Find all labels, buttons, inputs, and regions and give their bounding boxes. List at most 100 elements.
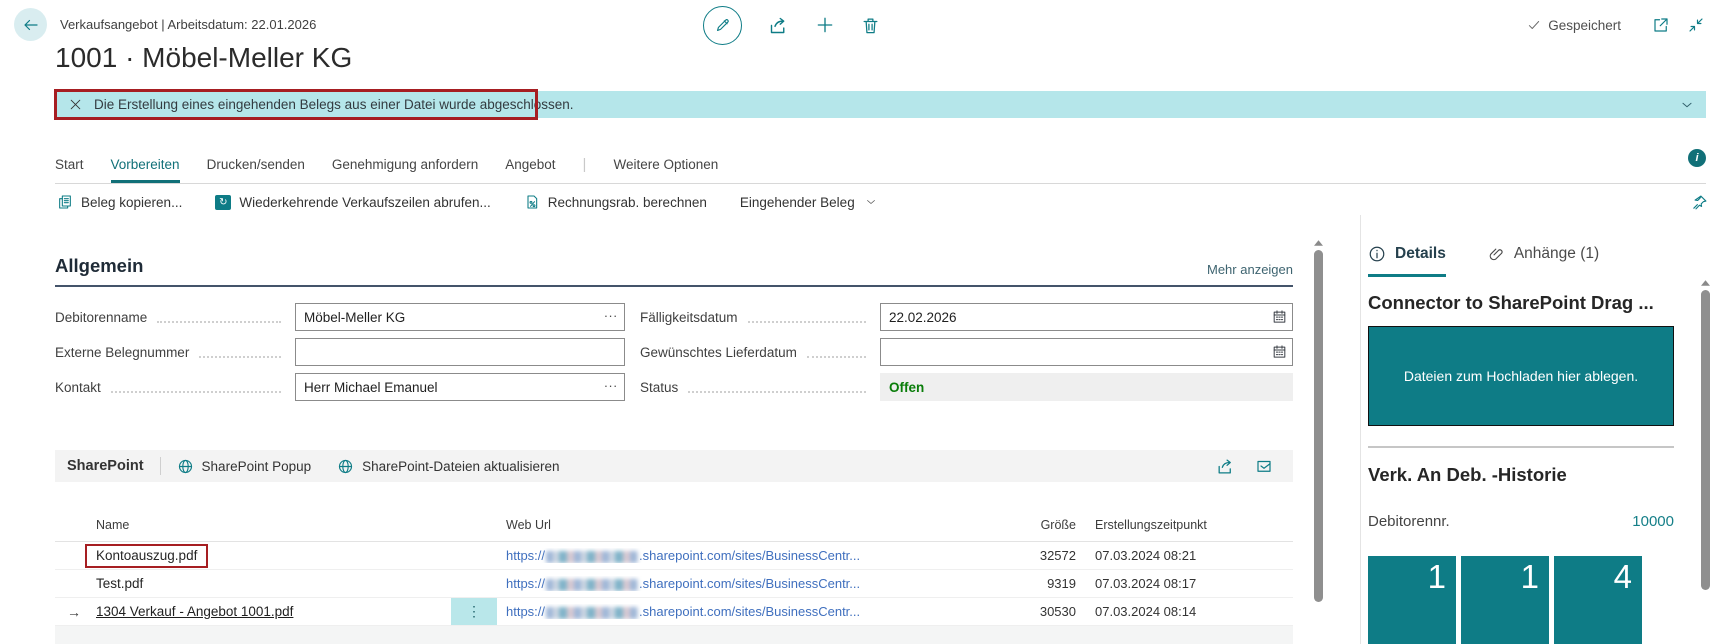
- panel-scrollbar[interactable]: [1698, 277, 1712, 617]
- status-value: Offen: [880, 373, 1293, 401]
- copy-document-icon: [57, 194, 73, 210]
- tabs-divider: [55, 183, 1706, 184]
- faelligkeitsdatum-field-wrap: [880, 303, 1293, 331]
- file-name[interactable]: 1304 Verkauf - Angebot 1001.pdf: [96, 604, 293, 619]
- open-in-window-icon[interactable]: [1255, 457, 1273, 475]
- main-scrollbar[interactable]: [1311, 237, 1325, 644]
- file-created: 07.03.2024 08:14: [1076, 604, 1293, 619]
- show-more-link[interactable]: Mehr anzeigen: [1207, 262, 1293, 277]
- tab-details-label: Details: [1395, 245, 1446, 263]
- sharepoint-refresh-button[interactable]: SharePoint-Dateien aktualisieren: [337, 458, 559, 475]
- tab-vorbereiten[interactable]: Vorbereiten: [111, 146, 180, 183]
- column-header-name[interactable]: Name: [96, 518, 506, 532]
- banner-message: Die Erstellung eines eingehenden Belegs …: [94, 97, 574, 112]
- redacted-url-segment: [546, 579, 638, 591]
- redacted-url-segment: [546, 607, 638, 619]
- share-icon[interactable]: [1216, 457, 1235, 476]
- tile-laufende-rahmenauftraege[interactable]: 1 Lauf. Rahmenaufträge: [1461, 556, 1549, 644]
- tab-drucken-senden[interactable]: Drucken/senden: [207, 146, 305, 183]
- history-factbox-title: Verk. An Deb. -Historie: [1368, 464, 1719, 486]
- dotted-leader: [111, 382, 281, 393]
- faelligkeitsdatum-field[interactable]: [880, 303, 1293, 331]
- pin-button[interactable]: [1691, 194, 1708, 211]
- sharepoint-popup-label: SharePoint Popup: [202, 459, 312, 474]
- tab-angebot[interactable]: Angebot: [505, 146, 555, 183]
- general-section-title: Allgemein: [55, 255, 143, 277]
- scrollbar-thumb[interactable]: [1314, 250, 1323, 602]
- collapse-button[interactable]: [1687, 16, 1705, 34]
- sharepoint-file-table: Name Web Url Größe Erstellungszeitpunkt …: [55, 482, 1293, 626]
- invoice-discount-icon: [524, 194, 540, 210]
- open-in-new-window-icon: [1652, 16, 1670, 34]
- debitorenname-assist-button[interactable]: ...: [604, 305, 618, 320]
- sharepoint-section-header: SharePoint SharePoint Popup SharePoint-D…: [55, 450, 1293, 482]
- calendar-icon[interactable]: [1272, 344, 1287, 359]
- file-dropzone[interactable]: Dateien zum Hochladen hier ablegen.: [1368, 326, 1674, 426]
- recurring-sales-lines-button[interactable]: ↻ Wiederkehrende Verkaufszeilen abrufen.…: [215, 195, 490, 210]
- lieferdatum-field-wrap: [880, 338, 1293, 366]
- globe-icon: [337, 458, 354, 475]
- customer-number-link[interactable]: 10000: [1632, 513, 1674, 530]
- copy-document-button[interactable]: Beleg kopieren...: [57, 194, 182, 210]
- file-created: 07.03.2024 08:21: [1076, 548, 1293, 563]
- kontakt-assist-button[interactable]: ...: [604, 375, 618, 390]
- file-size: 32572: [966, 548, 1076, 563]
- scrollbar-thumb[interactable]: [1701, 290, 1710, 590]
- save-status-label: Gespeichert: [1548, 18, 1621, 33]
- file-url[interactable]: https://.sharepoint.com/sites/BusinessCe…: [506, 548, 966, 563]
- tile-value: 4: [1614, 558, 1632, 596]
- paperclip-icon: [1488, 246, 1505, 263]
- tile-laufende-auftraege[interactable]: 4 Lauf. Aufträge: [1554, 556, 1642, 644]
- debitorenname-field[interactable]: [295, 303, 625, 331]
- debitorenname-label: Debitorenname: [55, 310, 295, 325]
- back-button[interactable]: [14, 8, 47, 41]
- incoming-document-button[interactable]: Eingehender Beleg: [740, 195, 877, 210]
- edit-button[interactable]: [703, 6, 742, 45]
- table-row[interactable]: Test.pdf https://.sharepoint.com/sites/B…: [55, 570, 1293, 598]
- tab-start[interactable]: Start: [55, 146, 84, 183]
- debitorenname-field-wrap: ...: [295, 303, 625, 331]
- tile-laufende-angebote[interactable]: 1 Lauf. Angebote: [1368, 556, 1456, 644]
- new-button[interactable]: [815, 15, 835, 35]
- file-name[interactable]: Test.pdf: [96, 576, 506, 591]
- row-menu-button[interactable]: ⋮: [451, 598, 497, 625]
- sharepoint-popup-button[interactable]: SharePoint Popup: [177, 458, 312, 475]
- info-circle-icon: [1368, 245, 1386, 263]
- externe-belegnummer-field[interactable]: [295, 338, 625, 366]
- trash-icon: [861, 16, 880, 35]
- annotation-box-filename: Kontoauszug.pdf: [85, 544, 208, 568]
- sharepoint-title: SharePoint: [67, 458, 144, 474]
- column-header-url[interactable]: Web Url: [506, 518, 966, 532]
- document-card: Allgemein Mehr anzeigen Debitorenname ..…: [55, 215, 1293, 644]
- info-icon[interactable]: i: [1688, 149, 1706, 167]
- lieferdatum-field[interactable]: [880, 338, 1293, 366]
- dotted-leader: [199, 347, 281, 358]
- column-header-size[interactable]: Größe: [966, 518, 1076, 532]
- tab-genehmigung-anfordern[interactable]: Genehmigung anfordern: [332, 146, 478, 183]
- banner-close-icon[interactable]: [69, 98, 82, 111]
- column-header-created[interactable]: Erstellungszeitpunkt: [1076, 518, 1293, 532]
- current-row-arrow-icon: →: [55, 604, 96, 620]
- scroll-up-icon[interactable]: [1701, 280, 1710, 286]
- file-name[interactable]: Kontoauszug.pdf: [96, 548, 197, 563]
- pin-icon: [1691, 194, 1708, 211]
- calendar-icon[interactable]: [1272, 309, 1287, 324]
- file-url[interactable]: https://.sharepoint.com/sites/BusinessCe…: [506, 604, 966, 619]
- banner-chevron-down-icon[interactable]: [1680, 98, 1694, 112]
- file-url[interactable]: https://.sharepoint.com/sites/BusinessCe…: [506, 576, 966, 591]
- tab-attachments-label: Anhänge (1): [1514, 245, 1599, 263]
- recurring-sales-lines-label: Wiederkehrende Verkaufszeilen abrufen...: [239, 195, 490, 210]
- history-tiles: 1 Lauf. Angebote 1 Lauf. Rahmenaufträge …: [1368, 556, 1719, 644]
- factbox-tabs: Details Anhänge (1): [1368, 245, 1719, 277]
- share-button[interactable]: [768, 15, 789, 36]
- table-row[interactable]: Kontoauszug.pdf https://.sharepoint.com/…: [55, 542, 1293, 570]
- open-in-new-window-button[interactable]: [1652, 16, 1670, 34]
- tab-attachments[interactable]: Anhänge (1): [1488, 245, 1599, 274]
- tab-details[interactable]: Details: [1368, 245, 1446, 277]
- kontakt-field[interactable]: [295, 373, 625, 401]
- delete-button[interactable]: [861, 16, 880, 35]
- scroll-up-icon[interactable]: [1314, 240, 1323, 246]
- table-row-selected[interactable]: → 1304 Verkauf - Angebot 1001.pdf https:…: [55, 598, 1293, 626]
- invoice-discount-button[interactable]: Rechnungsrab. berechnen: [524, 194, 707, 210]
- tab-weitere-optionen[interactable]: Weitere Optionen: [613, 146, 718, 183]
